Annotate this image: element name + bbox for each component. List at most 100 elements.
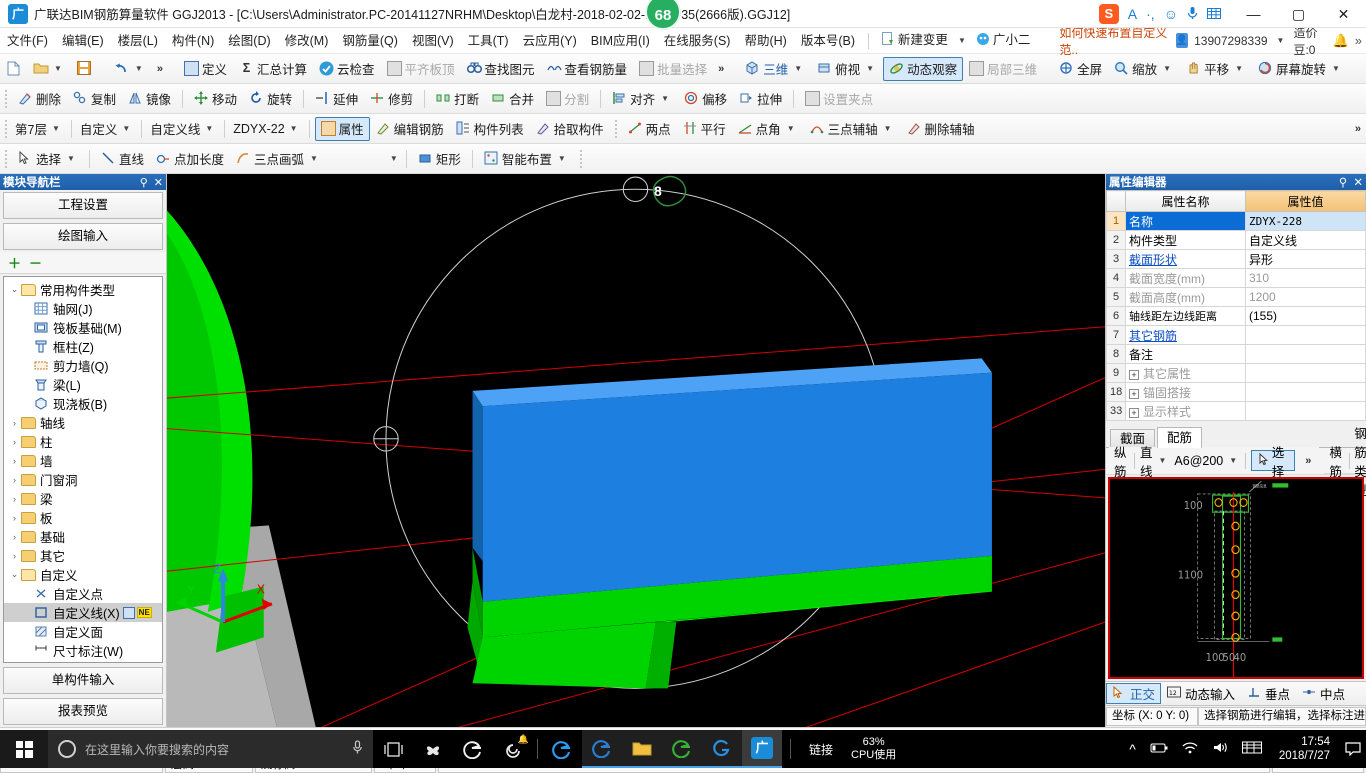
tray-expand-chevron-up-icon[interactable]: ^ — [1122, 741, 1143, 757]
rebar-row1-overflow-icon[interactable]: » — [1300, 455, 1316, 467]
parallel-button[interactable]: 平行 — [677, 117, 732, 141]
toolbar3-overflow-icon[interactable]: » — [1350, 123, 1366, 135]
expander-icon[interactable]: + — [1129, 407, 1139, 418]
tree-item-beams[interactable]: › 梁 — [4, 489, 162, 508]
twisty-collapsed-icon[interactable]: › — [8, 551, 21, 561]
draw-input-button[interactable]: 绘图输入 — [3, 223, 163, 250]
pan-chevron-down-icon[interactable]: ▼ — [1232, 64, 1246, 73]
tree-item-frame-column[interactable]: 框柱(Z) — [4, 337, 162, 356]
three-point-axis-button[interactable]: 三点辅轴 ▼ — [804, 117, 901, 141]
screen-rotate-chevron-down-icon[interactable]: ▼ — [1329, 64, 1343, 73]
menu-item-member[interactable]: 构件(N) — [165, 28, 221, 54]
pin-icon[interactable]: ⚲ — [1339, 175, 1347, 189]
new-change-chevron-down-icon[interactable]: ▼ — [955, 36, 969, 45]
point-angle-chevron-down-icon[interactable]: ▼ — [784, 124, 798, 133]
toolbar2-grip[interactable] — [5, 89, 7, 108]
smart-place-button[interactable]: 智能布置 ▼ — [478, 147, 575, 171]
floor-chevron-down-icon[interactable]: ▼ — [49, 124, 63, 133]
point-angle-button[interactable]: 点角 ▼ — [732, 117, 804, 141]
rotate-button[interactable]: 旋转 — [243, 87, 298, 111]
e-browser-icon[interactable] — [453, 730, 493, 768]
glodon-app-icon[interactable]: 广 — [742, 730, 782, 768]
ime-language-icon[interactable]: A — [1128, 6, 1137, 22]
tree-item-other[interactable]: › 其它 — [4, 546, 162, 565]
toolbar4-grip[interactable] — [5, 149, 7, 168]
remove-icon[interactable]: － — [29, 253, 42, 272]
find-element-button[interactable]: 查找图元 — [461, 57, 541, 81]
extend-button[interactable]: 延伸 — [309, 87, 364, 111]
menu-item-edit[interactable]: 编辑(E) — [55, 28, 111, 54]
member-selector[interactable]: ZDYX-22 ▼ — [230, 122, 303, 136]
property-name[interactable]: + 显示样式 — [1125, 401, 1246, 421]
three-point-axis-chevron-down-icon[interactable]: ▼ — [881, 124, 895, 133]
pin-icon[interactable]: ⚲ — [140, 176, 148, 189]
project-settings-button[interactable]: 工程设置 — [3, 192, 163, 219]
summary-calc-button[interactable]: Σ 汇总计算 — [233, 57, 313, 81]
tree-item-cast-slab[interactable]: 现浇板(B) — [4, 394, 162, 413]
define-button[interactable]: 定义 — [178, 57, 233, 81]
three-point-arc-button[interactable]: 三点画弧 ▼ — [230, 147, 327, 171]
align-button[interactable]: 对齐 ▼ — [606, 87, 678, 111]
menu-item-version[interactable]: 版本号(B) — [794, 28, 862, 54]
tree-item-custom[interactable]: ⌄ 自定义 — [4, 565, 162, 584]
twisty-collapsed-icon[interactable]: › — [8, 418, 21, 428]
draw-more-chevron-down-icon[interactable]: ▼ — [387, 154, 401, 163]
new-change-button[interactable]: 新建变更 — [875, 27, 955, 55]
screen-rotate-button[interactable]: 屏幕旋转 ▼ — [1252, 57, 1349, 81]
top-view-chevron-down-icon[interactable]: ▼ — [863, 64, 877, 73]
table-row[interactable]: 1 名称 ZDYX-228 — [1106, 211, 1366, 231]
line-tool-button[interactable]: 直线 — [95, 147, 150, 171]
menu-item-rebar[interactable]: 钢筋量(Q) — [335, 28, 405, 54]
tree-item-beam[interactable]: 梁(L) — [4, 375, 162, 394]
table-row[interactable]: 3 截面形状 异形 — [1106, 249, 1366, 269]
tree-item-dimension[interactable]: 尺寸标注(W) — [4, 641, 162, 660]
set-grip-button[interactable]: 设置夹点 — [799, 87, 879, 111]
type-chevron-down-icon[interactable]: ▼ — [202, 124, 216, 133]
twisty-expanded-icon[interactable]: ⌄ — [8, 284, 21, 295]
property-name[interactable]: + 锚固搭接 — [1125, 382, 1246, 402]
rect-tool-button[interactable]: 矩形 — [412, 147, 467, 171]
menu-item-modify[interactable]: 修改(M) — [278, 28, 336, 54]
section-preview[interactable]: 钢筋信息 100 1100 100 50 40 — [1108, 477, 1364, 679]
g-app-icon[interactable] — [702, 730, 742, 768]
view-3d-button[interactable]: 三维 ▼ — [739, 57, 811, 81]
toolbar3-grip-2[interactable] — [614, 119, 617, 138]
tree-item-shear-wall[interactable]: 剪力墙(Q) — [4, 356, 162, 375]
twisty-collapsed-icon[interactable]: › — [8, 513, 21, 523]
menu-item-draw[interactable]: 绘图(D) — [221, 28, 277, 54]
table-row[interactable]: 7 其它钢筋 — [1106, 325, 1366, 345]
tree-item-cad-recognition[interactable]: › CAD识别 NEW — [4, 660, 162, 662]
partial-3d-button[interactable]: 局部三维 — [963, 57, 1043, 81]
twisty-expanded-icon[interactable]: ⌄ — [8, 569, 21, 580]
zoom-chevron-down-icon[interactable]: ▼ — [1160, 64, 1174, 73]
promo-link[interactable]: 如何快速布置自定义范.. — [1059, 24, 1175, 58]
smart-place-chevron-down-icon[interactable]: ▼ — [555, 154, 569, 163]
edit-rebar-button[interactable]: 编辑钢筋 — [370, 117, 450, 141]
start-button[interactable] — [0, 730, 48, 768]
twisty-collapsed-icon[interactable]: › — [8, 456, 21, 466]
menu-item-floor[interactable]: 楼层(L) — [111, 28, 165, 54]
save-button[interactable] — [71, 57, 98, 81]
cloud-check-button[interactable]: 云检查 — [313, 57, 381, 81]
file-explorer-icon[interactable] — [622, 730, 662, 768]
stretch-button[interactable]: 拉伸 — [733, 87, 788, 111]
property-name[interactable]: 截面形状 — [1125, 249, 1246, 269]
trim-button[interactable]: 修剪 — [364, 87, 419, 111]
maximize-button[interactable]: ▢ — [1276, 0, 1321, 28]
fullscreen-button[interactable]: 全屏 — [1053, 57, 1108, 81]
link-label[interactable]: 链接 — [799, 741, 843, 758]
edge-icon[interactable] — [542, 730, 582, 768]
report-preview-button[interactable]: 报表预览 — [3, 698, 163, 725]
open-chevron-down-icon[interactable]: ▼ — [51, 64, 65, 73]
expander-icon[interactable]: + — [1129, 388, 1139, 399]
close-button[interactable]: ✕ — [1321, 0, 1366, 28]
taskbar-clock[interactable]: 17:54 2018/7/27 — [1269, 735, 1340, 763]
ime-toolbar[interactable]: S A ·, ☺ — [1098, 4, 1231, 24]
mirror-button[interactable]: 镜像 — [122, 87, 177, 111]
add-icon[interactable]: ＋ — [8, 253, 21, 272]
close-icon[interactable]: ✕ — [1353, 175, 1363, 189]
mic-icon[interactable] — [352, 740, 363, 758]
category-chevron-down-icon[interactable]: ▼ — [119, 124, 133, 133]
two-point-button[interactable]: 两点 — [622, 117, 677, 141]
category-selector[interactable]: 自定义 ▼ — [77, 119, 136, 138]
